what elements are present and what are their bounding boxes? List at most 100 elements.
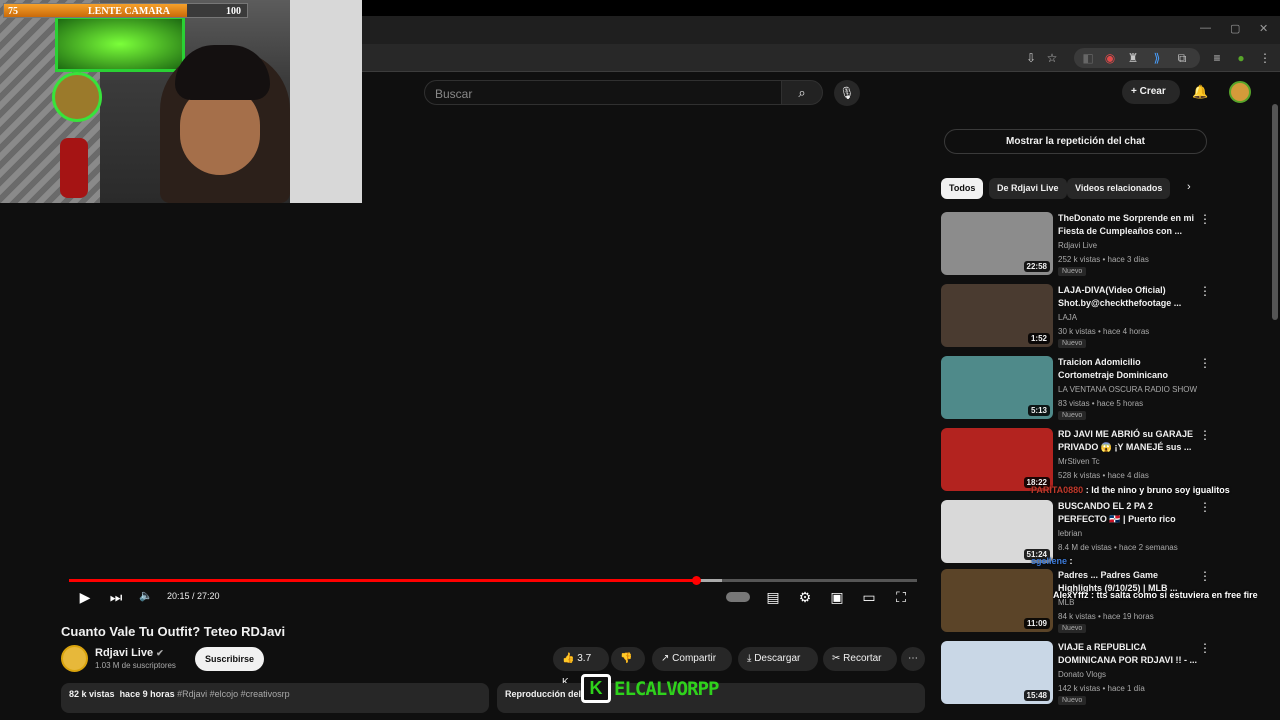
recommended-video[interactable]: 11:09 Padres ... Padres Game Highlights (… — [941, 569, 1266, 633]
chip-channel[interactable]: De Rdjavi Live — [989, 178, 1067, 199]
minimize-icon[interactable]: — — [1200, 22, 1211, 34]
clip-button[interactable]: ✂ Recortar — [823, 647, 897, 671]
browser-menu-icon[interactable]: ⋮ — [1257, 50, 1273, 66]
stream-overlay-logo: K — [581, 674, 611, 703]
video-thumbnail[interactable]: 1:52 — [941, 284, 1053, 347]
media-controls-icon[interactable]: ≡ — [1209, 50, 1225, 66]
settings-gear-icon[interactable]: ⚙ — [796, 589, 814, 606]
chat-username: sgellene — [1031, 556, 1068, 566]
chip-related[interactable]: Videos relacionados — [1067, 178, 1171, 199]
extension-icon[interactable]: ♜ — [1125, 50, 1141, 66]
channel-avatar[interactable] — [61, 645, 88, 672]
chat-message: sgellene : — [1031, 556, 1073, 566]
recommended-video[interactable]: 1:52 LAJA-DIVA(Video Oficial) Shot.by@che… — [941, 284, 1266, 348]
subscribe-button[interactable]: Suscribirse — [195, 647, 264, 671]
share-button[interactable]: ↗ Compartir — [652, 647, 732, 671]
sidebar-scrollbar[interactable] — [1272, 104, 1278, 320]
extension-record-icon[interactable]: ◉ — [1102, 50, 1118, 66]
description-box[interactable]: 82 k vistas hace 9 horas #Rdjavi #elcojo… — [61, 683, 489, 713]
chat-text: : ld the nino y bruno soy igualitos — [1085, 485, 1230, 495]
miniplayer-icon[interactable]: ▣ — [828, 589, 846, 606]
webcam-avatar-sign — [52, 72, 102, 122]
more-vert-icon[interactable]: ⋮ — [1199, 569, 1211, 583]
extension-icon[interactable]: ⟫ — [1149, 50, 1165, 66]
like-button[interactable]: 👍 3.7 K — [553, 647, 609, 688]
voice-search-button[interactable]: 🎙 — [834, 80, 860, 106]
recommended-video[interactable]: 51:24 BUSCANDO EL 2 PA 2 PERFECTO 🇩🇴 | Pu… — [941, 500, 1266, 564]
chat-message: PARITA0880 : ld the nino y bruno soy igu… — [1031, 485, 1230, 495]
channel-name[interactable]: LAJA — [1058, 313, 1077, 322]
video-thumbnail[interactable]: 5:13 — [941, 356, 1053, 419]
plus-icon: + — [1131, 86, 1140, 97]
recommended-video[interactable]: 15:48 VIAJE a REPUBLICA DOMINICANA POR RD… — [941, 641, 1266, 705]
channel-name[interactable]: Rdjavi Live — [1058, 241, 1097, 250]
puzzle-icon[interactable]: ⧉ — [1174, 50, 1190, 66]
profile-icon[interactable]: ● — [1233, 50, 1249, 66]
video-title[interactable]: BUSCANDO EL 2 PA 2 PERFECTO 🇩🇴 | Puerto … — [1058, 500, 1198, 526]
install-icon[interactable]: ⇩ — [1023, 50, 1039, 66]
subtitles-icon[interactable]: ▤ — [764, 589, 782, 606]
channel-name[interactable]: LA VENTANA OSCURA RADIO SHOW — [1058, 385, 1197, 394]
video-title[interactable]: RD JAVI ME ABRIÓ su GARAJE PRIVADO 😱 ¡Y … — [1058, 428, 1198, 454]
fullscreen-icon[interactable]: ⛶ — [892, 589, 910, 606]
more-vert-icon[interactable]: ⋮ — [1199, 428, 1211, 442]
channel-name[interactable]: Donato Vlogs — [1058, 670, 1106, 679]
video-thumbnail[interactable]: 11:09 — [941, 569, 1053, 632]
video-thumbnail[interactable]: 18:22 — [941, 428, 1053, 491]
chevron-right-icon[interactable]: › — [1187, 181, 1191, 193]
create-label: Crear — [1139, 86, 1166, 97]
video-meta: 30 k vistas • hace 4 horas — [1058, 327, 1150, 336]
progress-scrubber[interactable] — [691, 576, 701, 585]
webcam-microphone — [60, 138, 88, 198]
theater-mode-icon[interactable]: ▭ — [860, 589, 878, 606]
play-icon[interactable]: ▶ — [76, 589, 94, 606]
video-thumbnail[interactable]: 15:48 — [941, 641, 1053, 704]
video-title[interactable]: LAJA-DIVA(Video Oficial) Shot.by@checkth… — [1058, 284, 1198, 310]
search-input[interactable]: Buscar — [424, 80, 782, 105]
video-title: Cuanto Vale Tu Outfit? Teteo RDJavi — [61, 624, 286, 639]
share-label: Compartir — [672, 653, 717, 664]
download-button[interactable]: ⤓ Descargar — [738, 647, 818, 671]
new-badge: Nuevo — [1058, 267, 1087, 276]
recommended-video[interactable]: 5:13 Traicion Adomicilio Cortometraje Dom… — [941, 356, 1266, 420]
chat-message: AlexYffz : tts salta como si estuviera e… — [1053, 590, 1258, 600]
channel-name-text: Rdjavi Live — [95, 647, 154, 659]
video-title[interactable]: TheDonato me Sorprende en mi Fiesta de C… — [1058, 212, 1198, 238]
extension-icon[interactable]: ◧ — [1080, 50, 1096, 66]
video-title[interactable]: VIAJE a REPUBLICA DOMINICANA POR RDJAVI … — [1058, 641, 1198, 667]
video-title[interactable]: Traicion Adomicilio Cortometraje Dominic… — [1058, 356, 1198, 382]
more-vert-icon[interactable]: ⋮ — [1199, 356, 1211, 370]
notifications-bell-icon[interactable]: 🔔 — [1192, 84, 1208, 100]
more-vert-icon[interactable]: ⋮ — [1199, 212, 1211, 226]
channel-name[interactable]: lebrian — [1058, 529, 1082, 538]
autoplay-toggle[interactable] — [726, 592, 750, 602]
maximize-icon[interactable]: ▢ — [1230, 22, 1240, 35]
search-button[interactable]: ⌕ — [781, 80, 823, 105]
channel-name[interactable]: MrStiven Tc — [1058, 457, 1100, 466]
recommended-video[interactable]: 22:58 TheDonato me Sorprende en mi Fiesta… — [941, 212, 1266, 276]
level-min: 75 — [8, 6, 18, 17]
next-icon[interactable]: ⏭ — [107, 589, 125, 606]
video-duration: 1:52 — [1027, 333, 1050, 344]
hashtags: #Rdjavi #elcojo #creativosrp — [177, 689, 290, 699]
video-thumbnail[interactable]: 51:24 — [941, 500, 1053, 563]
show-chat-replay-button[interactable]: Mostrar la repetición del chat — [944, 129, 1207, 154]
create-button[interactable]: + Crear — [1122, 80, 1180, 104]
volume-icon[interactable]: 🔈 — [137, 589, 155, 602]
scissors-icon: ✂ — [832, 653, 844, 664]
video-duration: 15:48 — [1023, 690, 1050, 701]
close-icon[interactable]: ✕ — [1259, 22, 1268, 35]
more-vert-icon[interactable]: ⋮ — [1199, 284, 1211, 298]
more-actions-button[interactable]: ⋯ — [901, 647, 925, 671]
dislike-button[interactable]: 👎 — [611, 647, 645, 671]
recommended-video[interactable]: 18:22 RD JAVI ME ABRIÓ su GARAJE PRIVADO … — [941, 428, 1266, 492]
chat-text: : — [1069, 556, 1073, 566]
more-vert-icon[interactable]: ⋮ — [1199, 641, 1211, 655]
account-avatar[interactable] — [1229, 81, 1251, 103]
video-thumbnail[interactable]: 22:58 — [941, 212, 1053, 275]
more-vert-icon[interactable]: ⋮ — [1199, 500, 1211, 514]
bookmark-star-icon[interactable]: ☆ — [1044, 50, 1060, 66]
webcam-level-bar: 75 LENTE CAMARA 100 — [3, 3, 248, 18]
channel-name[interactable]: Rdjavi Live ✔ — [95, 647, 164, 659]
chip-all[interactable]: Todos — [941, 178, 984, 199]
